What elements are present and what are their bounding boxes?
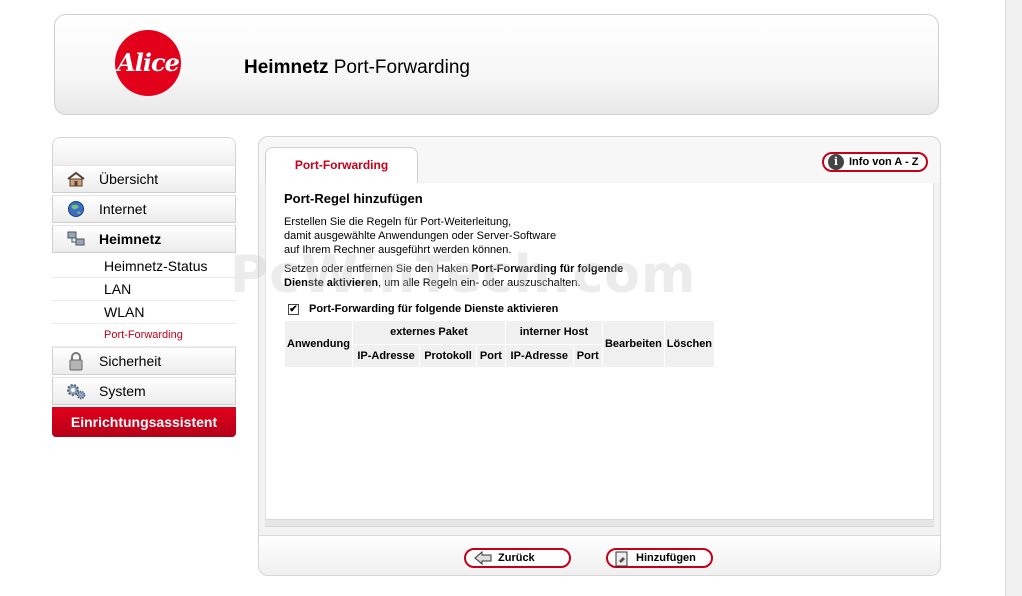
page-title-section: Heimnetz	[244, 57, 329, 78]
col-bearbeiten: Bearbeiten	[601, 320, 665, 368]
col-externes-paket: externes Paket	[351, 320, 506, 345]
enable-forwarding-row: ✔ Port-Forwarding für folgende Dienste a…	[288, 303, 558, 315]
home-icon	[65, 170, 87, 188]
sidebar-top	[52, 137, 236, 165]
toggle-hint-bold: Port-Forwarding für folgende	[471, 263, 624, 275]
enable-forwarding-checkbox[interactable]: ✔	[288, 303, 299, 315]
back-label: Zurück	[498, 552, 535, 564]
add-document-icon	[614, 551, 632, 567]
description: Erstellen Sie die Regeln für Port-Weiter…	[284, 215, 556, 257]
col-loeschen: Löschen	[663, 320, 716, 368]
alice-logo: Alice	[115, 30, 181, 96]
info-a-z-button[interactable]: i Info von A - Z	[822, 152, 928, 172]
sidebar-item-system[interactable]: System	[52, 377, 236, 405]
button-bar: Zurück Hinzufügen	[259, 535, 940, 575]
globe-icon	[65, 200, 87, 218]
content-frame: Port-Forwarding i Info von A - Z Port-Re…	[258, 136, 941, 576]
port-rules-table: Anwendung externes Paket interner Host B…	[284, 320, 716, 368]
sidebar-subitem-heimnetz-status[interactable]: Heimnetz-Status	[52, 255, 236, 278]
page-title-page: Port-Forwarding	[333, 57, 470, 78]
main-panel: Port-Regel hinzufügen Erstellen Sie die …	[265, 183, 934, 519]
add-label: Hinzufügen	[636, 552, 696, 564]
scrollbar[interactable]	[1005, 0, 1022, 596]
network-icon	[65, 230, 87, 248]
sidebar-item-label: System	[99, 383, 146, 399]
col-protokoll: Protokoll	[419, 343, 477, 368]
tab-bar: Port-Forwarding i Info von A - Z	[259, 137, 940, 183]
sidebar-item-internet[interactable]: Internet	[52, 195, 236, 223]
col-anwendung: Anwendung	[284, 320, 353, 368]
info-a-z-label: Info von A - Z	[849, 156, 919, 168]
sidebar-item-sicherheit[interactable]: Sicherheit	[52, 347, 236, 375]
col-ip-adresse-extern: IP-Adresse	[351, 343, 421, 368]
back-arrow-icon	[474, 550, 492, 566]
setup-wizard-button[interactable]: Einrichtungsassistent	[52, 407, 236, 437]
toggle-hint: Setzen oder entfernen Sie den Haken Port…	[284, 262, 623, 290]
add-button[interactable]: Hinzufügen	[606, 548, 713, 568]
lock-icon	[65, 352, 87, 371]
sidebar-subitem-port-forwarding[interactable]: Port-Forwarding	[52, 324, 236, 347]
sidebar-subitem-lan[interactable]: LAN	[52, 278, 236, 301]
toggle-hint-bold: Dienste aktivieren	[284, 277, 379, 289]
sidebar: Übersicht Internet Heimnetz Heimnetz-Sta…	[52, 137, 236, 439]
info-icon: i	[828, 154, 844, 170]
enable-forwarding-label: Port-Forwarding für folgende Dienste akt…	[309, 303, 559, 315]
sidebar-item-heimnetz[interactable]: Heimnetz	[52, 225, 236, 253]
page-title: Heimnetz Port-Forwarding	[244, 57, 470, 79]
section-heading: Port-Regel hinzufügen	[284, 191, 423, 206]
back-button[interactable]: Zurück	[464, 548, 571, 568]
toggle-hint-text: Setzen oder entfernen Sie den Haken	[284, 263, 472, 275]
col-port-intern: Port	[572, 343, 603, 368]
tab-port-forwarding[interactable]: Port-Forwarding	[265, 147, 418, 183]
sidebar-subitem-wlan[interactable]: WLAN	[52, 301, 236, 324]
gears-icon	[65, 382, 87, 400]
col-ip-adresse-intern: IP-Adresse	[504, 343, 574, 368]
footer-separator	[265, 519, 934, 527]
toggle-hint-text: , um alle Regeln ein- oder auszuschalten…	[378, 277, 581, 289]
page-header: Alice Heimnetz Port-Forwarding	[54, 14, 939, 115]
sidebar-item-label: Übersicht	[99, 171, 159, 187]
sidebar-item-label: Heimnetz	[99, 231, 162, 247]
sidebar-item-uebersicht[interactable]: Übersicht	[52, 165, 236, 193]
table-header-row: Anwendung externes Paket interner Host B…	[284, 320, 716, 368]
description-line: damit ausgewählte Anwendungen oder Serve…	[284, 230, 557, 242]
sidebar-item-label: Internet	[99, 201, 147, 217]
sidebar-item-label: Sicherheit	[99, 353, 162, 369]
col-port-extern: Port	[475, 343, 506, 368]
description-line: Erstellen Sie die Regeln für Port-Weiter…	[284, 216, 512, 228]
description-line: auf Ihrem Rechner ausgeführt werden könn…	[284, 244, 512, 256]
col-interner-host: interner Host	[504, 320, 603, 345]
